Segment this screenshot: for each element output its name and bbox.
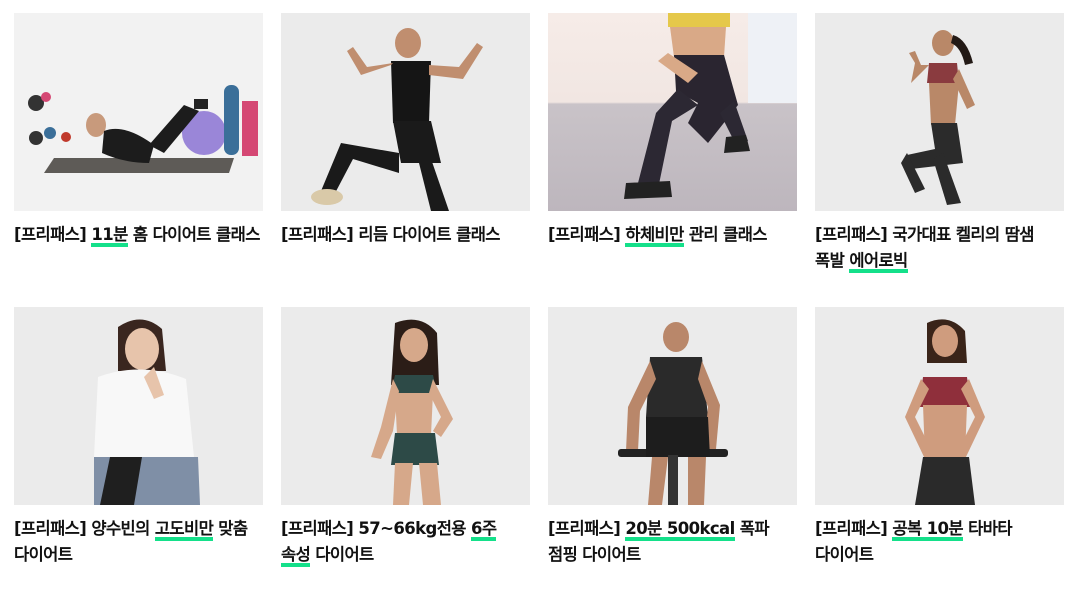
woman-lunge-in-leggings	[624, 13, 797, 199]
title-highlight: 20분 500kcal	[625, 519, 735, 541]
class-thumbnail[interactable]	[815, 13, 1064, 211]
class-title[interactable]: [프리패스] 공복 10분 타바타 다이어트	[815, 516, 1064, 568]
class-thumbnail[interactable]	[14, 13, 263, 211]
woman-in-white-shirt-sitting	[14, 307, 263, 505]
class-card[interactable]: [프리패스] 57~66kg전용 6주 속성 다이어트	[281, 307, 530, 589]
class-card[interactable]: [프리패스] 리듬 다이어트 클래스	[281, 13, 530, 295]
woman-in-green-sportswear-posing	[281, 307, 530, 505]
class-thumbnail[interactable]	[548, 13, 797, 211]
man-in-black-on-jump-stick	[548, 307, 797, 505]
class-grid: [프리패스] 11분 홈 다이어트 클래스 [프리패스] 리듬 다이어트 클래스	[14, 13, 1064, 589]
class-title[interactable]: [프리패스] 양수빈의 고도비만 맞춤 다이어트	[14, 516, 263, 568]
title-highlight: 하체비만	[625, 225, 684, 247]
title-highlight: 고도비만	[154, 519, 214, 541]
class-thumbnail[interactable]	[281, 307, 530, 505]
class-thumbnail[interactable]	[14, 307, 263, 505]
class-card[interactable]: [프리패스] 국가대표 켈리의 땀샘 폭발 에어로빅	[815, 13, 1064, 295]
class-thumbnail[interactable]	[281, 13, 530, 211]
class-title[interactable]: [프리패스] 리듬 다이어트 클래스	[281, 222, 530, 248]
class-title[interactable]: [프리패스] 국가대표 켈리의 땀샘 폭발 에어로빅	[815, 222, 1064, 274]
class-thumbnail[interactable]	[815, 307, 1064, 505]
class-card[interactable]: [프리패스] 20분 500kcal 폭파 점핑 다이어트	[548, 307, 797, 589]
class-thumbnail[interactable]	[548, 307, 797, 505]
class-card[interactable]: [프리패스] 양수빈의 고도비만 맞춤 다이어트	[14, 307, 263, 589]
title-highlight: 11분	[91, 225, 128, 247]
class-title[interactable]: [프리패스] 57~66kg전용 6주 속성 다이어트	[281, 516, 530, 568]
class-title[interactable]: [프리패스] 20분 500kcal 폭파 점핑 다이어트	[548, 516, 797, 568]
class-title[interactable]: [프리패스] 11분 홈 다이어트 클래스	[14, 222, 263, 248]
class-card[interactable]: [프리패스] 공복 10분 타바타 다이어트	[815, 307, 1064, 589]
class-title[interactable]: [프리패스] 하체비만 관리 클래스	[548, 222, 797, 248]
man-doing-crunches-on-mat-with-gym-ball	[14, 13, 263, 211]
woman-in-sports-bra-high-knee	[815, 13, 1064, 211]
woman-in-red-sports-bra-posing	[815, 307, 1064, 505]
man-in-black-doing-rhythm-pose	[281, 13, 530, 211]
class-card[interactable]: [프리패스] 11분 홈 다이어트 클래스	[14, 13, 263, 295]
title-highlight: 에어로빅	[849, 251, 908, 273]
title-highlight: 공복 10분	[892, 519, 964, 541]
class-card[interactable]: [프리패스] 하체비만 관리 클래스	[548, 13, 797, 295]
